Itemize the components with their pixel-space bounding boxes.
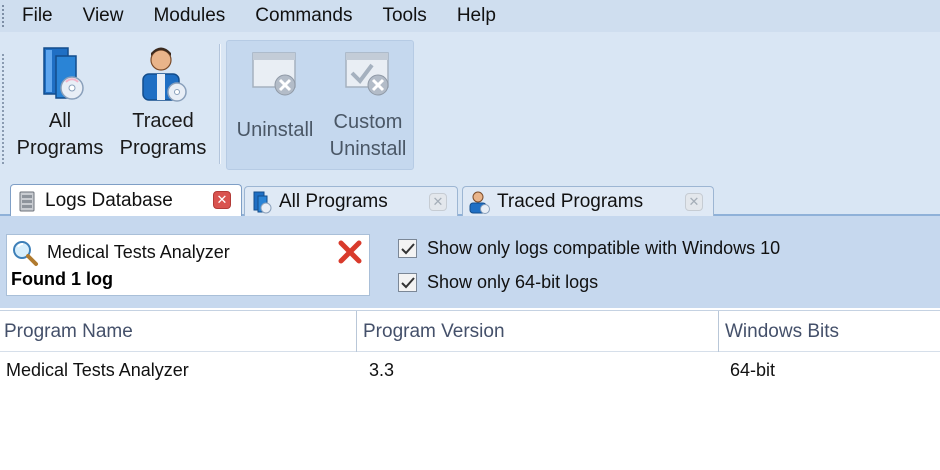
- filter-64bit[interactable]: Show only 64-bit logs: [398, 272, 598, 293]
- toolbar-grip[interactable]: [2, 54, 5, 164]
- checkmark-icon: [401, 277, 415, 289]
- search-icon: [13, 241, 38, 266]
- tab-close-icon[interactable]: ✕: [685, 193, 703, 211]
- search-input[interactable]: [47, 239, 327, 265]
- traced-programs-label-1: Traced: [132, 110, 194, 132]
- all-programs-button[interactable]: All Programs: [14, 40, 106, 170]
- traced-programs-button[interactable]: Traced Programs: [114, 40, 212, 170]
- menu-tools[interactable]: Tools: [382, 5, 426, 27]
- uninstall-icon: [252, 52, 296, 96]
- custom-uninstall-label-2: Uninstall: [329, 138, 407, 160]
- menu-grip[interactable]: [2, 5, 8, 27]
- menu-commands[interactable]: Commands: [255, 5, 352, 27]
- custom-uninstall-icon: [345, 52, 389, 96]
- traced-programs-icon: [142, 47, 187, 102]
- tab-traced-programs[interactable]: Traced Programs ✕: [462, 186, 714, 216]
- filter-bar: Found 1 log Show only logs compatible wi…: [0, 216, 940, 308]
- clear-search-icon[interactable]: [337, 239, 363, 265]
- tab-close-icon[interactable]: ✕: [213, 191, 231, 209]
- toolbar-group-programs: All Programs Traced Programs: [0, 40, 216, 170]
- column-windows-bits[interactable]: Windows Bits: [719, 311, 940, 352]
- all-programs-icon: [43, 47, 84, 100]
- all-programs-label-1: All: [48, 110, 72, 132]
- uninstall-label: Uninstall: [236, 119, 314, 141]
- filter-windows10[interactable]: Show only logs compatible with Windows 1…: [398, 238, 780, 259]
- toolbar: All Programs Traced Programs Uninstall C…: [0, 32, 940, 174]
- checkmark-icon: [401, 243, 415, 255]
- menu-file[interactable]: File: [22, 5, 53, 27]
- menu-view[interactable]: View: [83, 5, 124, 27]
- tab-strip: Logs Database ✕ All Programs ✕ Traced Pr…: [0, 174, 940, 217]
- tab-logs-database[interactable]: Logs Database ✕: [10, 184, 242, 217]
- toolbar-separator: [219, 44, 221, 164]
- table-row[interactable]: Medical Tests Analyzer 3.3 64-bit: [0, 352, 940, 390]
- column-program-version[interactable]: Program Version: [357, 311, 719, 352]
- uninstall-button[interactable]: Uninstall: [229, 41, 321, 171]
- menu-help[interactable]: Help: [457, 5, 496, 27]
- cell-windows-bits: 64-bit: [730, 360, 776, 380]
- tab-all-programs-label: All Programs: [279, 190, 388, 212]
- cell-program-version: 3.3: [369, 360, 395, 380]
- bits64-label: Show only 64-bit logs: [427, 272, 599, 292]
- windows10-checkbox[interactable]: [398, 239, 417, 258]
- custom-uninstall-label-1: Custom: [333, 111, 403, 133]
- menu-modules[interactable]: Modules: [153, 5, 225, 27]
- traced-programs-icon: [469, 191, 490, 214]
- table-header: Program Name Program Version Windows Bit…: [0, 310, 940, 352]
- cell-program-name: Medical Tests Analyzer: [6, 360, 189, 380]
- menu-bar: File View Modules Commands Tools Help: [0, 0, 940, 32]
- search-result-count: Found 1 log: [11, 269, 113, 289]
- tab-logs-database-label: Logs Database: [45, 190, 173, 211]
- all-programs-icon: [253, 191, 272, 213]
- windows10-label: Show only logs compatible with Windows 1…: [427, 238, 781, 258]
- search-box: Found 1 log: [6, 234, 370, 296]
- toolbar-group-uninstall: Uninstall Custom Uninstall: [226, 40, 414, 170]
- bits64-checkbox[interactable]: [398, 273, 417, 292]
- tab-traced-programs-label: Traced Programs: [497, 190, 644, 212]
- column-program-name[interactable]: Program Name: [0, 311, 357, 352]
- tab-all-programs[interactable]: All Programs ✕: [244, 186, 458, 216]
- custom-uninstall-button[interactable]: Custom Uninstall: [323, 41, 413, 171]
- database-icon: [19, 191, 35, 212]
- all-programs-label-2: Programs: [16, 137, 104, 159]
- tab-close-icon[interactable]: ✕: [429, 193, 447, 211]
- traced-programs-label-2: Programs: [119, 137, 207, 159]
